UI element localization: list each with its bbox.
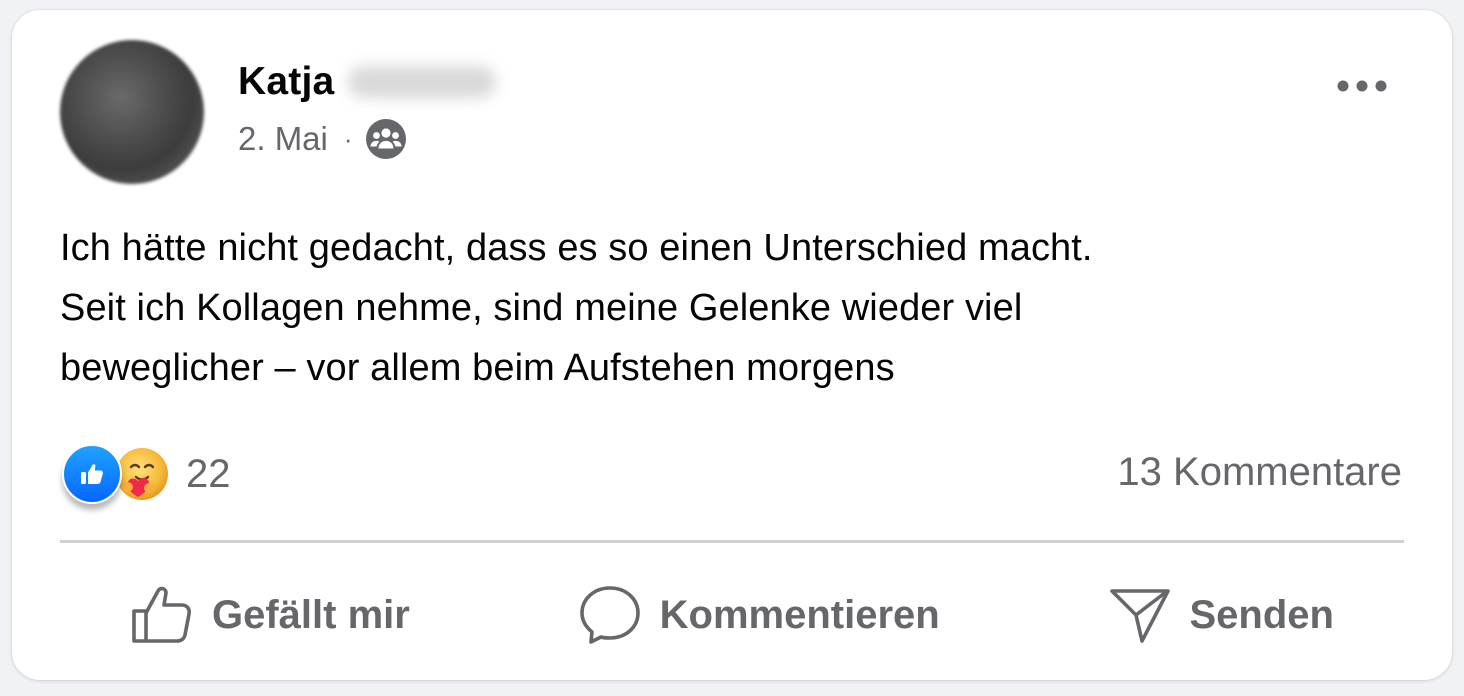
post-actions-bar: Gefällt mir Kommentieren Senden xyxy=(60,570,1404,660)
like-reaction-icon xyxy=(62,444,122,504)
comments-count-link[interactable]: 13 Kommentare xyxy=(1117,450,1402,495)
send-button-label: Senden xyxy=(1189,592,1334,637)
send-icon xyxy=(1109,589,1170,643)
post-meta: 2. Mai · xyxy=(238,118,407,160)
comment-bubble-icon xyxy=(579,586,640,644)
post-text-line: Seit ich Kollagen nehme, sind meine Gele… xyxy=(60,287,1023,329)
reaction-count: 22 xyxy=(186,451,231,496)
comment-button-label: Kommentieren xyxy=(659,592,940,637)
meta-separator: · xyxy=(343,123,353,154)
author-avatar[interactable] xyxy=(60,40,204,184)
like-button[interactable]: Gefällt mir xyxy=(130,585,410,645)
author-name[interactable]: Katja xyxy=(238,60,497,104)
author-first-name[interactable]: Katja xyxy=(238,60,334,104)
send-button[interactable]: Senden xyxy=(1108,585,1334,645)
care-reaction-icon xyxy=(114,446,170,502)
thumbs-up-icon xyxy=(132,586,191,643)
post-text-line: beweglicher – vor allem beim Aufstehen m… xyxy=(60,347,895,389)
like-button-label: Gefällt mir xyxy=(212,592,410,637)
post-body: Ich hätte nicht gedacht, dass es so eine… xyxy=(60,218,1380,398)
actions-divider xyxy=(60,540,1404,543)
post-date[interactable]: 2. Mai xyxy=(238,120,328,158)
more-horizontal-icon xyxy=(1336,79,1388,98)
author-last-name-redacted xyxy=(348,66,497,98)
reactions-summary[interactable]: 22 xyxy=(62,444,231,504)
post-card: Katja 2. Mai · Ich hätte nicht gedacht, … xyxy=(12,10,1452,680)
post-text-line: Ich hätte nicht gedacht, dass es so eine… xyxy=(60,227,1093,269)
comment-button[interactable]: Kommentieren xyxy=(578,584,940,646)
more-options-button[interactable] xyxy=(1332,68,1392,108)
group-audience-icon[interactable] xyxy=(365,118,407,160)
